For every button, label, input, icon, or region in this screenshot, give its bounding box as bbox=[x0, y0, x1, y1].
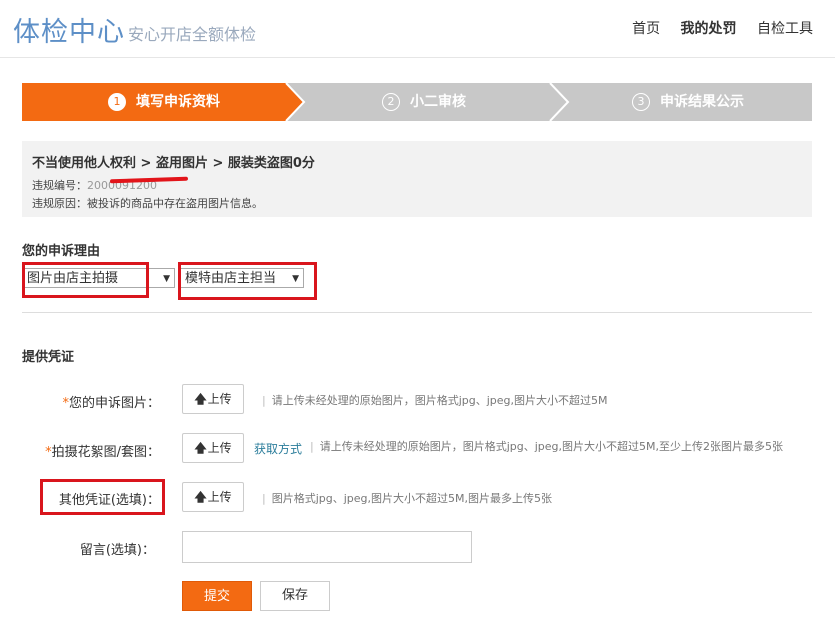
upload-shooting-images-button[interactable]: 🡅上传 bbox=[182, 433, 244, 463]
step-1-number: 1 bbox=[108, 93, 126, 111]
submit-button[interactable]: 提交 bbox=[182, 581, 252, 611]
message-label: 留言(选填)： bbox=[79, 543, 155, 558]
step-3: 3 申诉结果公示 bbox=[632, 83, 744, 121]
nav-my-penalties[interactable]: 我的处罚 bbox=[681, 21, 737, 37]
annotation-box-2 bbox=[178, 262, 317, 300]
step-2-number: 2 bbox=[382, 93, 400, 111]
annotation-box-3 bbox=[40, 479, 165, 515]
chevron-down-icon: ▼ bbox=[163, 274, 170, 284]
how-to-get-link[interactable]: 获取方式 bbox=[254, 440, 302, 457]
violation-reason-line: 违规原因：被投诉的商品中存在盗用图片信息。 bbox=[32, 195, 263, 211]
shooting-images-label: *拍摄花絮图/套图： bbox=[45, 445, 160, 460]
step-1: 1 填写申诉资料 bbox=[108, 83, 220, 121]
logo[interactable]: 体检中心 bbox=[13, 10, 125, 49]
violation-path: 不当使用他人权利 > 盗用图片 > 服装类盗图0分 bbox=[32, 156, 315, 171]
message-input[interactable] bbox=[182, 531, 472, 563]
nav-self-check-tools[interactable]: 自检工具 bbox=[757, 21, 813, 37]
step-3-label: 申诉结果公示 bbox=[660, 94, 744, 110]
section-divider bbox=[22, 312, 812, 313]
step-2: 2 小二审核 bbox=[382, 83, 466, 121]
appeal-images-hint: | 请上传未经处理的原始图片，图片格式jpg、jpeg,图片大小不超过5M bbox=[262, 394, 608, 407]
upload-appeal-images-button[interactable]: 🡅上传 bbox=[182, 384, 244, 414]
violation-id-label: 违规编号： bbox=[32, 179, 87, 192]
nav-home[interactable]: 首页 bbox=[632, 21, 660, 37]
appeal-reason-title: 您的申诉理由 bbox=[22, 244, 101, 259]
other-evidence-hint: | 图片格式jpg、jpeg,图片大小不超过5M,图片最多上传5张 bbox=[262, 492, 553, 505]
appeal-images-label: *您的申诉图片： bbox=[62, 396, 160, 411]
evidence-title: 提供凭证 bbox=[22, 350, 75, 365]
header: 体检中心 安心开店全额体检 首页 我的处罚 自检工具 bbox=[0, 0, 835, 58]
upload-arrow-icon: 🡅 bbox=[194, 441, 207, 455]
progress-steps: 1 填写申诉资料 2 小二审核 3 申诉结果公示 bbox=[22, 83, 812, 121]
violation-reason-label: 违规原因： bbox=[32, 197, 87, 210]
violation-reason-value: 被投诉的商品中存在盗用图片信息。 bbox=[87, 197, 263, 210]
upload-arrow-icon: 🡅 bbox=[194, 392, 207, 406]
step-3-number: 3 bbox=[632, 93, 650, 111]
save-button[interactable]: 保存 bbox=[260, 581, 330, 611]
violation-info: 不当使用他人权利 > 盗用图片 > 服装类盗图0分 违规编号：200009120… bbox=[22, 141, 812, 217]
hint-divider: | bbox=[262, 492, 266, 505]
hint-divider: | bbox=[310, 440, 314, 453]
shooting-images-hint: | 请上传未经处理的原始图片，图片格式jpg、jpeg,图片大小不超过5M,至少上… bbox=[310, 440, 784, 453]
top-nav: 首页 我的处罚 自检工具 bbox=[616, 18, 813, 38]
upload-other-evidence-button[interactable]: 🡅上传 bbox=[182, 482, 244, 512]
step-1-label: 填写申诉资料 bbox=[136, 94, 220, 110]
annotation-box-1 bbox=[22, 262, 149, 298]
upload-arrow-icon: 🡅 bbox=[194, 490, 207, 504]
slogan: 安心开店全额体检 bbox=[128, 25, 257, 44]
step-2-label: 小二审核 bbox=[410, 94, 466, 110]
hint-divider: | bbox=[262, 394, 266, 407]
